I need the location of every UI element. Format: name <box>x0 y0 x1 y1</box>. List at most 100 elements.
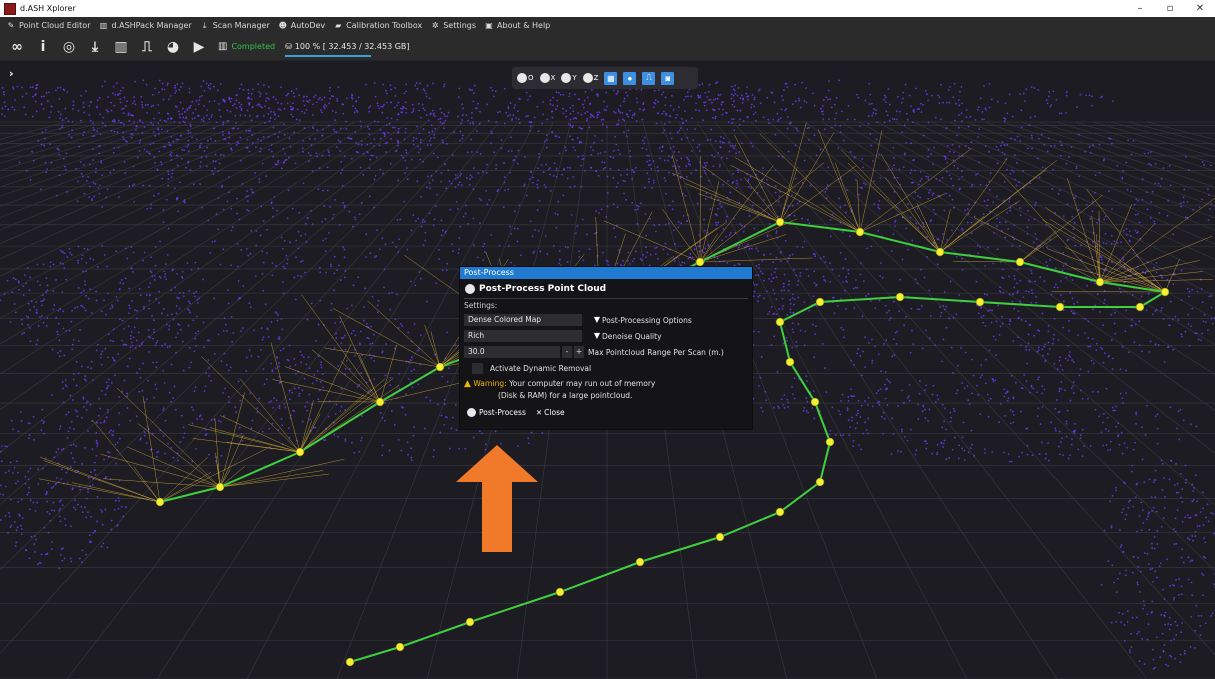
cloud-point <box>1199 624 1202 627</box>
cloud-point <box>949 280 952 283</box>
cloud-point <box>55 477 58 479</box>
cloud-point <box>678 165 681 168</box>
cloud-point <box>1147 563 1150 566</box>
cloud-point <box>83 192 86 195</box>
cloud-point <box>732 147 735 150</box>
info-icon[interactable]: i <box>34 38 52 56</box>
cloud-point <box>813 253 816 256</box>
cloud-point <box>77 340 80 342</box>
cloud-point <box>214 167 216 170</box>
cloud-point <box>419 141 422 144</box>
cloud-point <box>257 138 259 141</box>
cloud-point <box>536 186 539 189</box>
cloud-point <box>230 148 233 150</box>
cloud-point <box>740 94 743 97</box>
cloud-point <box>444 119 447 122</box>
cloud-point <box>424 239 427 242</box>
cloud-point <box>406 441 409 444</box>
cloud-point <box>963 449 966 452</box>
menu-point-cloud-editor[interactable]: ✎ Point Cloud Editor <box>6 21 91 30</box>
cloud-point <box>1062 215 1065 218</box>
menu-settings[interactable]: ✲ Settings <box>430 21 476 30</box>
palette-icon[interactable]: ◕ <box>164 38 182 56</box>
cloud-point <box>635 204 638 207</box>
cloud-point <box>1187 578 1190 581</box>
cloud-point <box>518 118 520 121</box>
cloud-point <box>1179 408 1182 411</box>
cloud-point <box>668 120 671 123</box>
cloud-point <box>555 108 557 111</box>
cloud-point <box>398 238 400 241</box>
cloud-point <box>18 161 21 164</box>
cloud-point <box>636 223 639 225</box>
cloud-point <box>1208 295 1211 298</box>
cloud-point <box>280 167 283 170</box>
minimize-button[interactable]: – <box>1125 0 1155 17</box>
cloud-point <box>981 221 983 224</box>
cloud-point <box>1182 419 1185 422</box>
cloud-point <box>516 110 519 113</box>
cloud-point <box>655 122 658 125</box>
cloud-point <box>601 123 604 126</box>
cloud-point <box>862 350 864 353</box>
target-icon[interactable]: ◎ <box>60 38 78 56</box>
cloud-point <box>1010 137 1012 140</box>
cloud-point <box>154 246 157 248</box>
cloud-point <box>1193 486 1195 489</box>
cloud-point <box>998 421 1000 423</box>
cloud-point <box>1174 620 1177 623</box>
cloud-point <box>247 254 250 257</box>
menu-about-help[interactable]: ▣ About & Help <box>484 21 550 30</box>
cloud-point <box>328 154 331 157</box>
cloud-point <box>958 104 961 107</box>
cloud-point <box>759 102 762 105</box>
cloud-point <box>432 114 435 116</box>
download-icon[interactable]: ⤓ <box>86 38 104 56</box>
cloud-point <box>791 204 794 207</box>
cloud-point <box>95 290 98 293</box>
cloud-point <box>214 139 217 142</box>
cloud-point <box>206 146 209 149</box>
cloud-point <box>23 274 26 276</box>
cloud-point <box>799 329 802 332</box>
signal-icon[interactable]: ⎍ <box>138 38 156 56</box>
cloud-point <box>340 388 343 391</box>
cloud-point <box>407 378 410 381</box>
cloud-point <box>1094 174 1097 177</box>
cloud-point <box>1018 245 1021 247</box>
menu-autodev[interactable]: ☻ AutoDev <box>278 21 326 30</box>
cloud-point <box>355 100 357 103</box>
cloud-point <box>822 99 825 101</box>
cloud-point <box>1155 308 1158 311</box>
cloud-point <box>767 204 770 207</box>
cloud-point <box>1138 320 1141 323</box>
cloud-point <box>1143 481 1146 484</box>
close-window-button[interactable]: ✕ <box>1185 0 1215 17</box>
cloud-point <box>1094 408 1097 411</box>
cloud-point <box>822 275 825 278</box>
cloud-point <box>45 493 47 496</box>
cloud-point <box>1178 578 1180 580</box>
cloud-point <box>135 125 138 128</box>
cloud-point <box>1092 337 1094 340</box>
cloud-point <box>1125 369 1127 372</box>
cloud-point <box>57 309 60 312</box>
maximize-button[interactable]: ▫ <box>1155 0 1185 17</box>
cloud-point <box>957 457 960 460</box>
cloud-point <box>58 174 61 177</box>
menu-dashpack-manager[interactable]: ▥ d.ASHPack Manager <box>98 21 192 30</box>
cloud-point <box>536 183 539 186</box>
cloud-point <box>980 364 983 366</box>
menu-scan-manager[interactable]: ⤓ Scan Manager <box>200 21 270 30</box>
cloud-point <box>813 270 816 273</box>
cloud-point <box>1194 474 1197 477</box>
export-icon[interactable]: ▶ <box>190 38 208 56</box>
link-icon[interactable]: ∞ <box>8 38 26 56</box>
cloud-point <box>1175 491 1178 494</box>
cloud-point <box>302 150 304 153</box>
cloud-point <box>495 164 498 166</box>
menu-calibration-toolbox[interactable]: ▰ Calibration Toolbox <box>333 21 422 30</box>
cloud-point <box>793 214 796 217</box>
cloud-point <box>12 428 15 431</box>
map-icon[interactable]: ▥ <box>112 38 130 56</box>
